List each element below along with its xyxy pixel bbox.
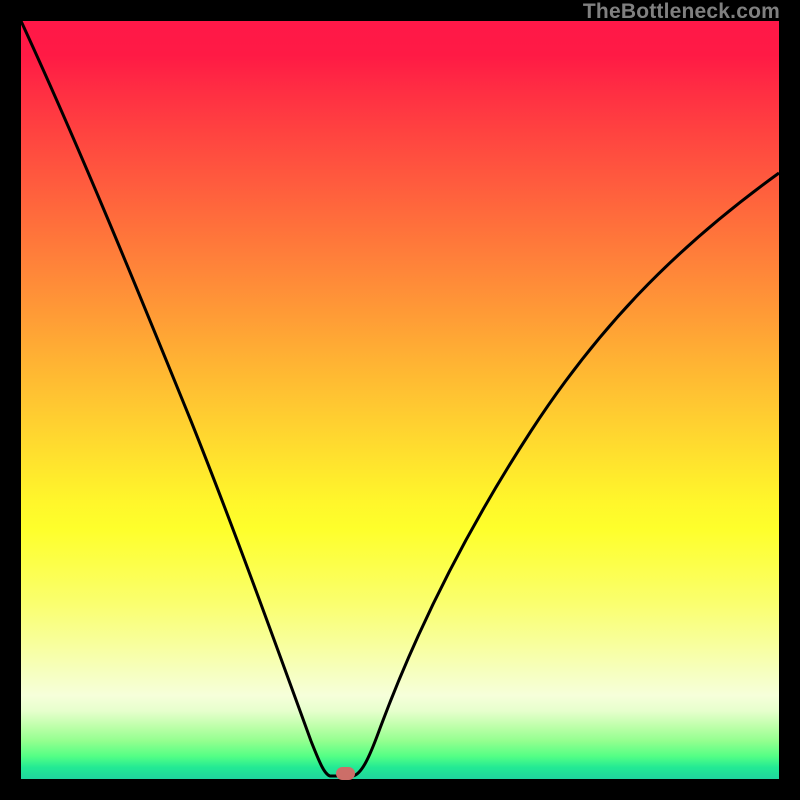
optimal-point-marker [336, 767, 355, 780]
watermark-text: TheBottleneck.com [583, 0, 780, 24]
bottleneck-curve [21, 21, 779, 779]
